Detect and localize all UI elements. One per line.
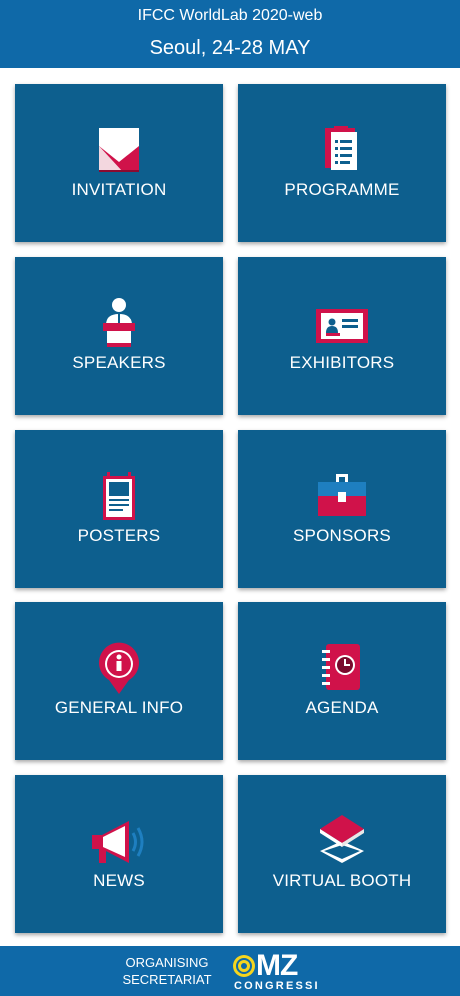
tile-label: INVITATION — [71, 180, 167, 199]
organising-line-2: SECRETARIAT — [122, 972, 212, 987]
agenda-clock-icon — [312, 640, 372, 696]
tile-exhibitors[interactable]: EXHIBITORS — [238, 257, 446, 415]
megaphone-icon — [89, 813, 149, 869]
tile-virtual-booth[interactable]: VIRTUAL BOOTH — [238, 775, 446, 933]
app-title: IFCC WorldLab 2020-web — [137, 7, 323, 24]
tile-label: SPEAKERS — [72, 353, 166, 372]
tile-label: PROGRAMME — [284, 180, 400, 199]
organising-line-1: ORGANISING — [125, 955, 209, 970]
tile-label: NEWS — [93, 871, 145, 890]
clipboard-icon — [312, 122, 372, 178]
logo-swirl-icon — [233, 955, 255, 977]
tile-speakers[interactable]: SPEAKERS — [15, 257, 223, 415]
logo-subtext: CONGRESSI — [234, 980, 320, 992]
tile-label: SPONSORS — [293, 526, 391, 545]
exhibitor-booth-icon — [312, 295, 372, 351]
tile-invitation[interactable]: INVITATION — [15, 84, 223, 242]
tile-agenda[interactable]: AGENDA — [238, 602, 446, 760]
mz-congressi-logo[interactable]: MZ CONGRESSI — [232, 950, 322, 994]
tile-label: EXHIBITORS — [289, 353, 395, 372]
poster-icon — [89, 468, 149, 524]
tile-sponsors[interactable]: SPONSORS — [238, 430, 446, 588]
envelope-icon — [89, 122, 149, 178]
tile-label: GENERAL INFO — [54, 698, 184, 717]
organising-secretariat-label: ORGANISING SECRETARIAT — [112, 954, 222, 988]
info-pin-icon — [89, 640, 149, 696]
tile-label: VIRTUAL BOOTH — [272, 871, 412, 890]
tile-programme[interactable]: PROGRAMME — [238, 84, 446, 242]
tile-label: POSTERS — [77, 526, 161, 545]
speaker-podium-icon — [89, 295, 149, 351]
layers-icon — [312, 813, 372, 869]
tile-news[interactable]: NEWS — [15, 775, 223, 933]
tile-label: AGENDA — [305, 698, 379, 717]
tile-posters[interactable]: POSTERS — [15, 430, 223, 588]
app-header: IFCC WorldLab 2020-web Seoul, 24-28 MAY — [0, 0, 460, 68]
logo-text: MZ — [256, 949, 298, 982]
event-date-location: Seoul, 24-28 MAY — [149, 37, 311, 59]
tile-general-info[interactable]: GENERAL INFO — [15, 602, 223, 760]
briefcase-icon — [312, 468, 372, 524]
footer: ORGANISING SECRETARIAT MZ CONGRESSI — [0, 946, 460, 996]
